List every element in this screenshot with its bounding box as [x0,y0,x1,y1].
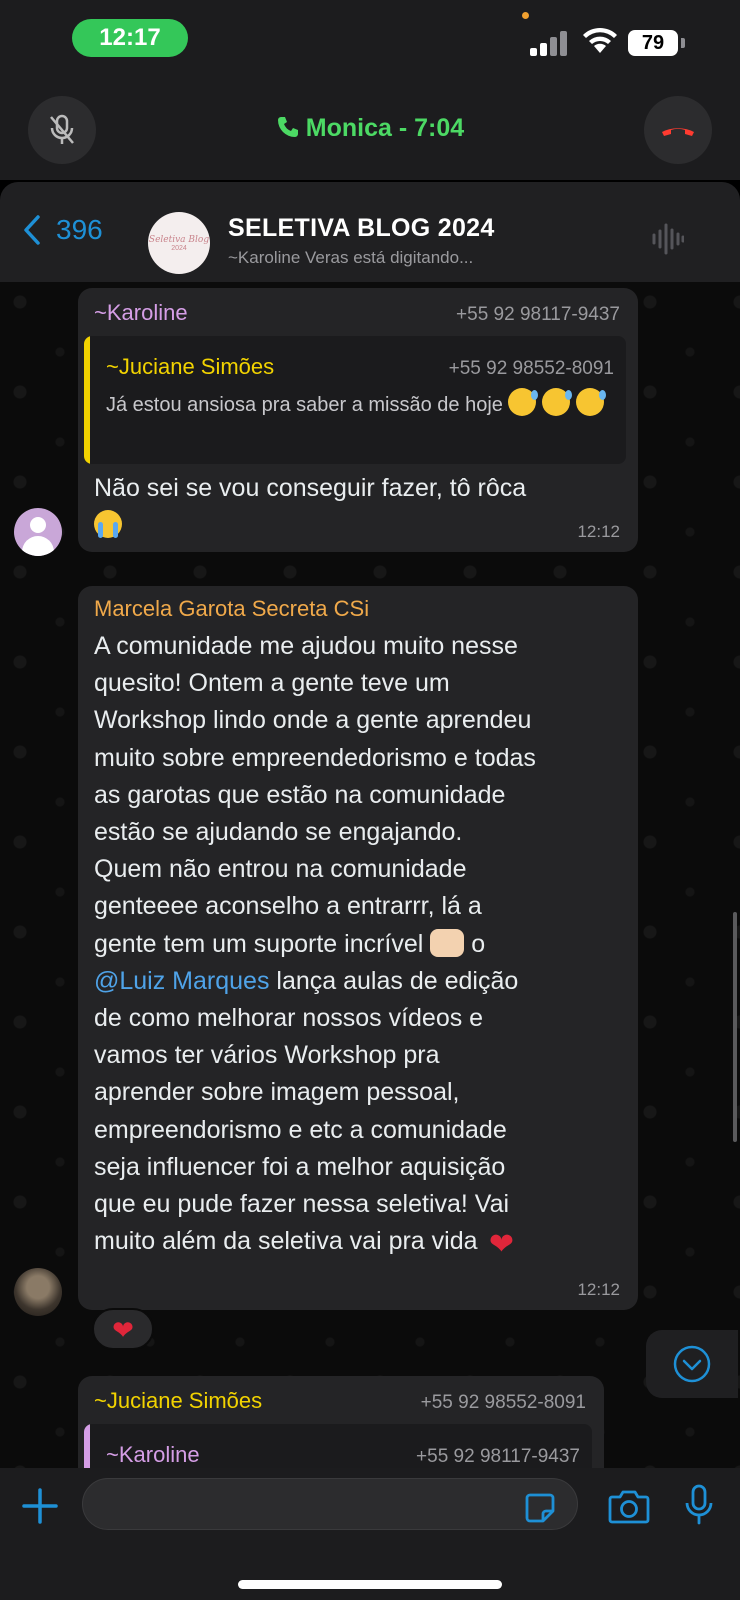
message-sender[interactable]: Marcela Garota Secreta CSi [94,596,369,622]
message-line: gente tem um suporte incrível [94,929,424,958]
message-line: lança aulas de edição [276,966,519,995]
message-bubble[interactable]: ~Karoline +55 92 98117-9437 ~Juciane Sim… [78,288,638,552]
message-line: o [471,929,486,958]
message-text: A comunidade me ajudou muito nesse quesi… [94,628,634,1260]
message-line: Quem não entrou na comunidade [94,855,467,884]
battery-level: 79 [628,30,678,56]
message-reaction[interactable]: ❤ [92,1308,154,1350]
message-line: que eu pude fazer nessa seletiva! Vai [94,1190,510,1219]
user-mention-link[interactable]: @Luiz Marques [94,967,269,995]
grinning-sweat-emoji [508,388,539,416]
typing-indicator: ~Karoline Veras está digitando... [228,248,474,267]
message-line: vamos ter vários Workshop pra [94,1041,440,1070]
quoted-text-content: Já estou ansiosa pra saber a missão de h… [106,394,503,416]
message-line: estão se ajudando se engajando. [94,818,463,847]
camera-icon[interactable] [608,1488,650,1524]
message-line: A comunidade me ajudou muito nesse [94,632,518,660]
message-line: seja influencer foi a melhor aquisição [94,1152,506,1181]
avatar-head [30,517,46,533]
home-indicator[interactable] [238,1580,502,1589]
ongoing-call-bar[interactable]: Monica - 7:04 [0,80,740,180]
end-call-button[interactable] [644,96,712,164]
message-line: Workshop lindo onde a gente aprendeu [94,706,532,735]
grinning-sweat-emoji [542,388,573,416]
quoted-phone: +55 92 98117-9437 [416,1446,580,1467]
status-bar: 12:17 79 [0,0,740,80]
message-bubble[interactable]: Marcela Garota Secreta CSi A comunidade … [78,586,638,1310]
message-text: Não sei se vou conseguir fazer, tô rôca [94,470,614,544]
message-time: 12:12 [577,522,620,541]
avatar-body [22,536,54,556]
chevron-left-icon [24,215,40,245]
sender-avatar[interactable] [14,508,62,556]
end-call-icon [662,128,694,136]
sender-phone: +55 92 98117-9437 [456,304,620,325]
unread-count: 396 [56,214,103,245]
sender-name: ~Karoline [94,300,188,325]
quoted-message[interactable]: ~Juciane Simões +55 92 98552-8091 Já est… [84,336,626,464]
message-line: as garotas que estão na comunidade [94,780,506,809]
call-duration: - 7:04 [391,114,465,142]
microphone-icon[interactable] [684,1484,714,1526]
message-input[interactable] [83,1479,503,1529]
quoted-sender: ~Karoline [106,1442,200,1467]
quoted-text: Já estou ansiosa pra saber a missão de h… [106,388,606,421]
sender-avatar[interactable] [14,1268,62,1316]
message-sender[interactable]: ~Karoline [94,300,188,326]
message-time: 12:12 [577,1280,620,1299]
chat-header: 396 Seletiva Blog 2024 SELETIVA BLOG 202… [0,182,740,282]
group-title[interactable]: SELETIVA BLOG 2024 [228,214,495,243]
plus-icon[interactable] [22,1488,58,1524]
quote-accent-bar [84,336,90,464]
grinning-sweat-emoji [575,388,606,416]
message-line: de como melhorar nossos vídeos e [94,1004,484,1033]
group-avatar[interactable]: Seletiva Blog 2024 [148,212,210,274]
quoted-phone: +55 92 98552-8091 [448,358,614,379]
message-sender[interactable]: ~Juciane Simões [94,1388,262,1414]
status-time[interactable]: 12:17 [72,19,188,57]
message-bubble[interactable]: ~Juciane Simões +55 92 98552-8091 ~Karol… [78,1376,604,1468]
loudly-crying-emoji [94,510,122,539]
message-line: empreendorismo e etc a comunidade [94,1115,507,1144]
chat-scrollbar[interactable] [733,912,737,1142]
sticker-icon[interactable] [524,1492,556,1524]
message-line: muito sobre empreendedorismo e todas [94,743,536,772]
message-line: muito além da seletiva vai pra vida [94,1227,478,1256]
message-line: aprender sobre imagem pessoal, [94,1078,460,1107]
sender-phone: +55 92 98552-8091 [420,1392,586,1413]
message-composer [0,1468,740,1600]
message-line: quesito! Ontem a gente teve um [94,669,450,698]
quoted-sender: ~Juciane Simões [106,354,275,379]
call-contact-name: Monica [305,114,392,142]
phone-icon [277,117,298,137]
raising-hands-emoji [430,928,465,957]
avatar-logo-text: Seletiva Blog [148,234,210,245]
avatar-logo-year: 2024 [171,244,187,252]
message-text-content: Não sei se vou conseguir fazer, tô rôca [94,474,527,502]
message-line: genteeee aconselho a entrarrr, lá a [94,892,482,921]
quoted-message[interactable]: ~Karoline +55 92 98117-9437 [84,1424,592,1468]
back-button[interactable]: 396 [22,214,103,246]
cellular-signal-icon [530,30,574,56]
chat-messages[interactable]: ~Karoline +55 92 98117-9437 ~Juciane Sim… [0,282,740,1468]
message-input-container[interactable] [82,1478,578,1530]
red-heart-emoji: ❤ [488,1228,515,1262]
scroll-to-bottom-button[interactable] [646,1330,738,1398]
battery-tip [681,38,685,48]
chevron-down-circle-icon [673,1345,711,1383]
quote-accent-bar [84,1424,90,1468]
wifi-icon [583,27,617,53]
privacy-indicator [522,12,529,19]
call-info[interactable]: Monica - 7:04 [0,114,740,143]
voice-chat-icon[interactable] [652,222,684,256]
